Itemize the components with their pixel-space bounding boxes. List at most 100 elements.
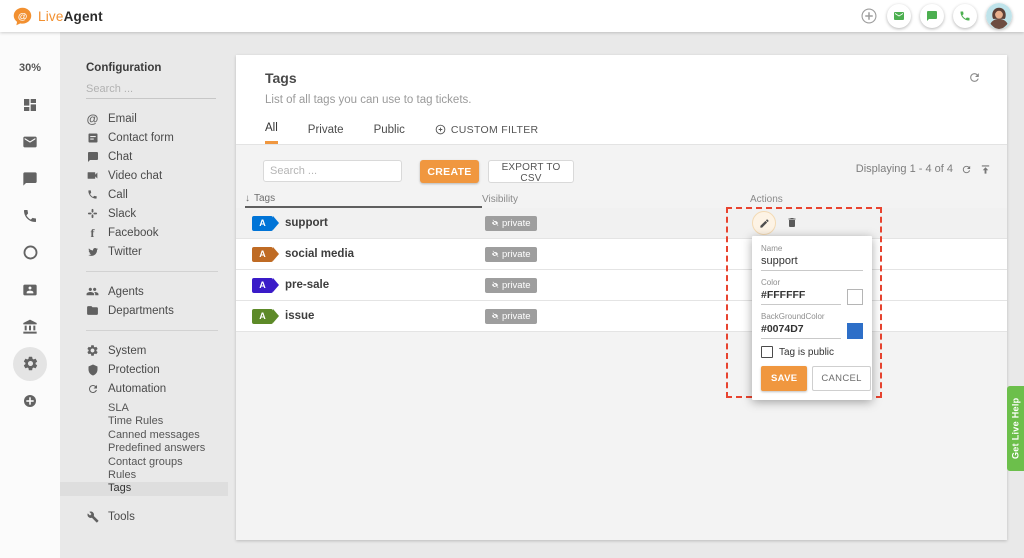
sidebar-subitem-canned-messages[interactable]: Canned messages bbox=[60, 429, 228, 442]
rail-item-call[interactable] bbox=[0, 197, 60, 234]
sidebar-item-call[interactable]: Call bbox=[60, 185, 228, 204]
background-color-input[interactable]: #0074D7 bbox=[761, 323, 841, 339]
table-row: A support private bbox=[236, 208, 1007, 239]
new-call-button[interactable] bbox=[953, 4, 977, 28]
private-icon bbox=[491, 219, 499, 227]
sidebar-item-facebook[interactable]: f Facebook bbox=[60, 223, 228, 242]
email-icon bbox=[893, 10, 905, 22]
sidebar-item-label: Video chat bbox=[108, 170, 162, 182]
sidebar-item-twitter[interactable]: Twitter bbox=[60, 242, 228, 261]
save-button[interactable]: SAVE bbox=[761, 366, 807, 391]
form-icon bbox=[86, 132, 99, 144]
sidebar-subitem-time-rules[interactable]: Time Rules bbox=[60, 415, 228, 428]
sidebar-item-system[interactable]: System bbox=[60, 341, 228, 360]
rail-item-customers[interactable] bbox=[0, 271, 60, 308]
sidebar-item-label: Protection bbox=[108, 364, 160, 376]
sidebar-item-chat[interactable]: Chat bbox=[60, 147, 228, 166]
delete-tag-button[interactable] bbox=[786, 216, 798, 229]
usage-percent: 30% bbox=[0, 62, 60, 76]
sidebar-search-input[interactable] bbox=[86, 80, 216, 99]
tag-is-public-checkbox[interactable] bbox=[761, 346, 773, 358]
tags-search-input[interactable] bbox=[263, 160, 402, 182]
chat-icon bbox=[926, 10, 938, 22]
color-swatch[interactable] bbox=[847, 289, 863, 305]
divider bbox=[86, 330, 218, 331]
background-color-swatch[interactable] bbox=[847, 323, 863, 339]
export-csv-button[interactable]: EXPORT TO CSV bbox=[488, 160, 574, 183]
color-input[interactable]: #FFFFFF bbox=[761, 289, 841, 305]
sidebar-subitem-sla[interactable]: SLA bbox=[60, 402, 228, 415]
sidebar-item-automation[interactable]: Automation bbox=[60, 379, 228, 398]
sidebar-item-agents[interactable]: Agents bbox=[60, 282, 228, 301]
sidebar-item-protection[interactable]: Protection bbox=[60, 360, 228, 379]
sidebar-subitem-contact-groups[interactable]: Contact groups bbox=[60, 456, 228, 469]
tab-label: CUSTOM FILTER bbox=[451, 124, 539, 136]
new-chat-button[interactable] bbox=[920, 4, 944, 28]
rail-item-addons[interactable] bbox=[0, 382, 60, 419]
visibility-badge: private bbox=[485, 247, 537, 262]
tab-all[interactable]: All bbox=[265, 121, 278, 144]
tag-name: support bbox=[285, 217, 328, 229]
sidebar-item-tools[interactable]: Tools bbox=[60, 508, 228, 527]
table-toolbar: CREATE EXPORT TO CSV Displaying 1 - 4 of… bbox=[236, 158, 1007, 188]
page-subtitle: List of all tags you can use to tag tick… bbox=[265, 94, 471, 106]
sidebar-item-label: Facebook bbox=[108, 227, 159, 239]
sidebar-item-video-chat[interactable]: Video chat bbox=[60, 166, 228, 185]
add-circle-icon bbox=[435, 124, 446, 135]
edit-tag-button[interactable] bbox=[752, 211, 776, 235]
cancel-button[interactable]: CANCEL bbox=[812, 366, 870, 391]
visibility-badge: private bbox=[485, 216, 537, 231]
sidebar-item-label: Chat bbox=[108, 151, 132, 163]
tag-chip: A bbox=[252, 309, 273, 324]
pencil-icon bbox=[759, 218, 770, 229]
tag-name: social media bbox=[285, 248, 354, 260]
tabs: All Private Public CUSTOM FILTER bbox=[236, 121, 1007, 145]
ring-icon bbox=[22, 244, 39, 261]
rail-item-dashboard[interactable] bbox=[0, 86, 60, 123]
twitter-icon bbox=[86, 246, 99, 258]
rail-item-configuration[interactable] bbox=[0, 345, 60, 382]
tag-chip: A bbox=[252, 247, 273, 262]
user-avatar[interactable] bbox=[986, 3, 1012, 29]
rail-item-chat[interactable] bbox=[0, 160, 60, 197]
sidebar-item-contact-form[interactable]: Contact form bbox=[60, 128, 228, 147]
sidebar-item-departments[interactable]: Departments bbox=[60, 301, 228, 320]
column-header-actions: Actions bbox=[750, 191, 1007, 208]
svg-text:@: @ bbox=[18, 11, 27, 22]
dashboard-icon bbox=[22, 97, 38, 113]
get-live-help-ribbon[interactable]: Get Live Help bbox=[1007, 386, 1024, 471]
private-icon bbox=[491, 312, 499, 320]
column-header-visibility: Visibility bbox=[482, 191, 750, 208]
sidebar-item-label: Agents bbox=[108, 286, 144, 298]
sidebar-item-label: Contact form bbox=[108, 132, 174, 144]
badge-plus-icon bbox=[22, 393, 38, 409]
sidebar-subitem-tags[interactable]: Tags bbox=[60, 482, 228, 495]
phone-icon bbox=[86, 189, 99, 200]
tab-custom-filter[interactable]: CUSTOM FILTER bbox=[435, 121, 539, 144]
name-input[interactable]: support bbox=[761, 255, 863, 271]
tags-table: A support private A social media bbox=[236, 208, 1007, 332]
liveagent-logo[interactable]: @ LiveAgent bbox=[12, 6, 103, 27]
panel-header: Tags List of all tags you can use to tag… bbox=[236, 55, 1007, 145]
sidebar-item-slack[interactable]: Slack bbox=[60, 204, 228, 223]
create-button[interactable]: CREATE bbox=[420, 160, 479, 183]
sidebar-subitem-predefined-answers[interactable]: Predefined answers bbox=[60, 442, 228, 455]
rail-item-academy[interactable] bbox=[0, 308, 60, 345]
rail-item-gamification[interactable] bbox=[0, 234, 60, 271]
sidebar-subitem-rules[interactable]: Rules bbox=[60, 469, 228, 482]
background-color-label: BackGroundColor bbox=[761, 312, 863, 321]
rail-item-tickets[interactable] bbox=[0, 123, 60, 160]
new-email-button[interactable] bbox=[887, 4, 911, 28]
tag-name: issue bbox=[285, 310, 314, 322]
refresh-button[interactable] bbox=[968, 71, 981, 84]
tab-private[interactable]: Private bbox=[308, 121, 344, 144]
add-circle-icon[interactable] bbox=[860, 7, 878, 25]
private-icon bbox=[491, 250, 499, 258]
refresh-list-button[interactable] bbox=[961, 164, 972, 175]
facebook-icon: f bbox=[86, 227, 99, 239]
sidebar-item-label: Tools bbox=[108, 511, 135, 523]
sidebar-item-email[interactable]: @ Email bbox=[60, 109, 228, 128]
scroll-top-button[interactable] bbox=[980, 164, 991, 175]
tab-public[interactable]: Public bbox=[374, 121, 405, 144]
column-header-tags[interactable]: ↓ Tags bbox=[245, 191, 482, 208]
